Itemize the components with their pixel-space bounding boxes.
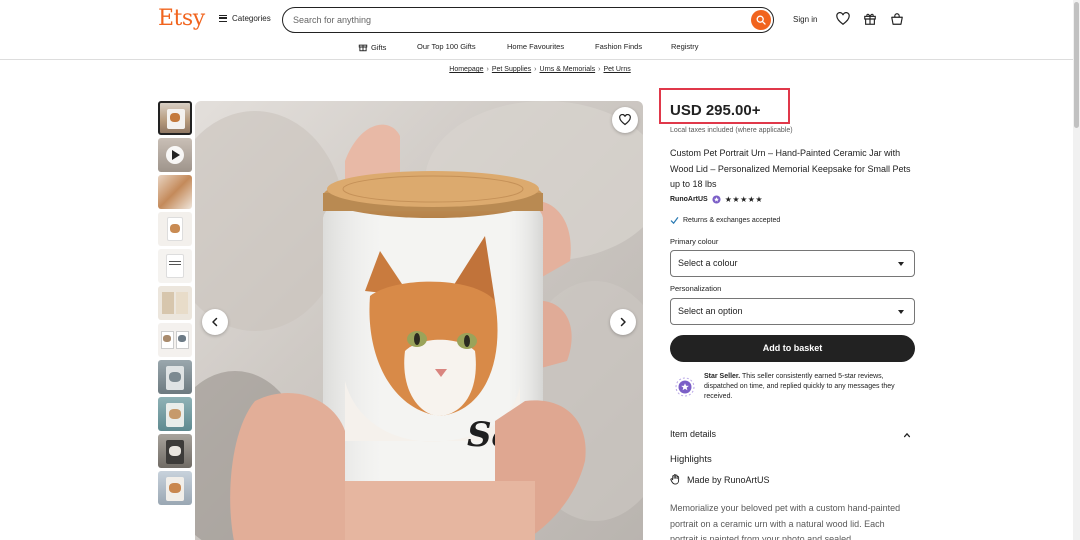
- hand-wave-icon: [670, 474, 680, 485]
- search-button[interactable]: [751, 10, 771, 30]
- thumbnail-image[interactable]: [158, 323, 192, 357]
- breadcrumb-item[interactable]: Homepage: [449, 66, 483, 73]
- favorite-button[interactable]: [612, 107, 638, 133]
- add-to-basket-button[interactable]: Add to basket: [670, 335, 915, 362]
- play-icon: [172, 150, 180, 160]
- made-by-prefix: Made by: [687, 474, 725, 485]
- personalization-value: Select an option: [678, 306, 743, 316]
- nav-item-registry[interactable]: Registry: [671, 42, 699, 51]
- basket-button[interactable]: [890, 12, 906, 28]
- item-details-label: Item details: [670, 429, 717, 439]
- thumbnail-image[interactable]: [158, 434, 192, 468]
- next-image-button[interactable]: [610, 309, 636, 335]
- chevron-right-icon: [620, 317, 626, 327]
- star-seller-title: Star Seller.: [704, 373, 741, 380]
- chevron-up-icon: [903, 432, 911, 438]
- product-price: USD 295.00+: [670, 102, 761, 119]
- tax-note: Local taxes included (where applicable): [670, 127, 793, 134]
- caret-down-icon: [898, 262, 904, 266]
- page-scrollbar[interactable]: [1073, 0, 1080, 540]
- favorites-button[interactable]: [836, 11, 852, 28]
- checkmark-icon: [670, 217, 679, 225]
- nav-item-top-100[interactable]: Our Top 100 Gifts: [417, 42, 476, 51]
- previous-image-button[interactable]: [202, 309, 228, 335]
- nav-item-fashion-finds[interactable]: Fashion Finds: [595, 42, 642, 51]
- heart-icon: [836, 11, 850, 26]
- seller-row: RunoArtUS ★★★★★: [670, 195, 763, 204]
- thumbnail-image[interactable]: [158, 286, 192, 320]
- scrollbar-thumb[interactable]: [1074, 2, 1079, 128]
- thumbnail-image[interactable]: [158, 471, 192, 505]
- thumbnail-image[interactable]: [158, 101, 192, 135]
- nav-item-home-favourites[interactable]: Home Favourites: [507, 42, 564, 51]
- caret-down-icon: [898, 310, 904, 314]
- star-seller-icon: [675, 377, 695, 397]
- rating-stars[interactable]: ★★★★★: [725, 195, 763, 204]
- product-photo: Sam: [195, 101, 643, 540]
- thumbnail-video[interactable]: [158, 138, 192, 172]
- personalization-select[interactable]: Select an option: [670, 298, 915, 325]
- breadcrumb-item[interactable]: Urns & Memorials: [540, 66, 596, 73]
- returns-policy: Returns & exchanges accepted: [670, 216, 780, 225]
- shop-name-link[interactable]: RunoArtUS: [670, 196, 708, 203]
- etsy-logo[interactable]: Etsy: [158, 6, 205, 31]
- gift-mode-button[interactable]: [863, 12, 879, 28]
- personalization-label: Personalization: [670, 284, 722, 293]
- sign-in-link[interactable]: Sign in: [793, 15, 817, 24]
- primary-colour-select[interactable]: Select a colour: [670, 250, 915, 277]
- star-seller-description: Star Seller. This seller consistently ea…: [704, 372, 914, 402]
- site-header: Etsy Categories Sign in: [0, 0, 1080, 40]
- heart-icon: [619, 114, 631, 126]
- gift-icon: [358, 44, 368, 52]
- product-title: Custom Pet Portrait Urn – Hand-Painted C…: [670, 148, 911, 189]
- menu-icon: [219, 15, 227, 22]
- breadcrumb-separator: ›: [534, 66, 537, 73]
- category-nav: Gifts Our Top 100 Gifts Home Favourites …: [0, 40, 1080, 60]
- gift-icon: [864, 13, 876, 25]
- basket-icon: [891, 13, 903, 25]
- made-by-shop-link[interactable]: RunoArtUS: [724, 475, 770, 485]
- highlights-heading: Highlights: [670, 454, 712, 465]
- breadcrumb-item[interactable]: Pet Urns: [603, 66, 630, 73]
- breadcrumb-separator: ›: [486, 66, 489, 73]
- returns-text: Returns & exchanges accepted: [683, 217, 781, 224]
- item-details-toggle[interactable]: Item details: [670, 429, 915, 439]
- thumbnail-image[interactable]: [158, 175, 192, 209]
- breadcrumb-separator: ›: [598, 66, 601, 73]
- breadcrumb-item[interactable]: Pet Supplies: [492, 66, 531, 73]
- nav-item-label: Gifts: [371, 42, 387, 52]
- primary-colour-label: Primary colour: [670, 237, 719, 246]
- thumbnail-image[interactable]: [158, 360, 192, 394]
- categories-label: Categories: [232, 14, 271, 23]
- chevron-left-icon: [212, 317, 218, 327]
- search-icon: [756, 15, 766, 25]
- search-bar: [282, 7, 774, 33]
- main-product-image[interactable]: Sam: [195, 101, 643, 540]
- nav-item-gifts[interactable]: Gifts: [358, 42, 386, 52]
- thumbnail-image[interactable]: [158, 397, 192, 431]
- search-input[interactable]: [293, 13, 733, 27]
- thumbnail-list: [158, 101, 192, 508]
- made-by-row: Made by RunoArtUS: [670, 474, 770, 485]
- thumbnail-image[interactable]: [158, 212, 192, 246]
- categories-button[interactable]: Categories: [219, 14, 271, 23]
- star-seller-badge-icon: [712, 195, 721, 204]
- product-description: Memorialize your beloved pet with a cust…: [670, 503, 901, 540]
- breadcrumb: Homepage › Pet Supplies › Urns & Memorials › P…: [0, 66, 1080, 73]
- primary-colour-value: Select a colour: [678, 258, 738, 268]
- thumbnail-image[interactable]: [158, 249, 192, 283]
